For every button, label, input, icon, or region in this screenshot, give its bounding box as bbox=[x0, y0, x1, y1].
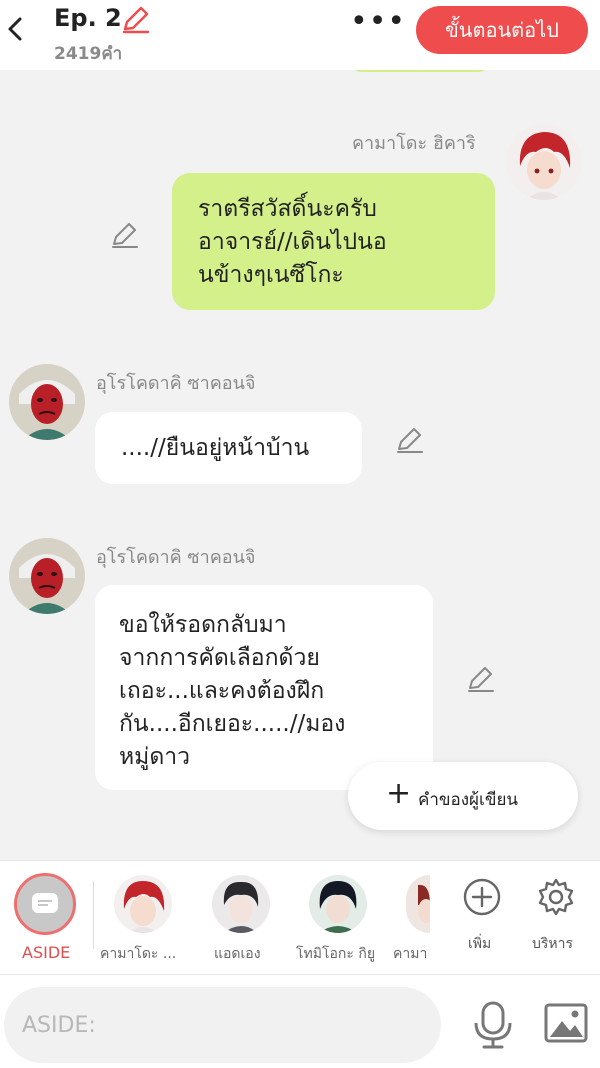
word-count: 2419คำ bbox=[54, 44, 123, 64]
top-bar: Ep. 2 2419คำ ••• ขั้นตอนต่อไป bbox=[0, 0, 600, 70]
aside-character-button[interactable] bbox=[14, 873, 76, 935]
aside-label: ASIDE bbox=[22, 943, 71, 962]
previous-message-bubble[interactable] bbox=[350, 70, 490, 72]
character-name: คามา bbox=[393, 946, 428, 962]
back-arrow-icon[interactable] bbox=[2, 14, 30, 44]
message-text-line: นข้างๆเนซึโกะ bbox=[198, 262, 344, 288]
message-bubble[interactable]: ....//ยืนอยู่หน้าบ้าน bbox=[95, 412, 362, 484]
microphone-icon[interactable] bbox=[472, 1001, 514, 1049]
message-text-line: ขอให้รอดกลับมา bbox=[119, 612, 287, 638]
message-text-line: อาจารย์//เดินไปนอ bbox=[198, 229, 387, 255]
message-text-line: ....//ยืนอยู่หน้าบ้าน bbox=[121, 435, 310, 461]
message-text-line: จากการคัดเลือกด้วย bbox=[119, 645, 320, 671]
chat-area: คามาโดะ ฮิคาริ ราตรีสวัสดิ์นะครับ อาจารย… bbox=[0, 70, 600, 860]
avatar-urokodaki-sakonji[interactable] bbox=[9, 538, 85, 614]
avatar-kamado-hikari[interactable] bbox=[506, 124, 582, 200]
settings-gear-icon[interactable] bbox=[536, 877, 576, 917]
add-character-icon[interactable] bbox=[462, 877, 502, 917]
message-text-line: เถอะ...และคงต้องฝึก bbox=[119, 678, 325, 704]
author-note-button[interactable]: + คำของผู้เขียน bbox=[348, 762, 578, 830]
edit-title-pencil-icon[interactable] bbox=[120, 6, 150, 34]
edit-message-pencil-icon[interactable] bbox=[466, 664, 496, 694]
message-bubble[interactable]: ราตรีสวัสดิ์นะครับ อาจารย์//เดินไปนอ นข้… bbox=[172, 173, 495, 310]
manage-label: บริหาร bbox=[532, 936, 574, 952]
edit-message-pencil-icon[interactable] bbox=[110, 220, 140, 250]
next-step-button[interactable]: ขั้นตอนต่อไป bbox=[416, 6, 588, 54]
message-text-line: กัน....อีกเยอะ.....//มอง bbox=[119, 711, 346, 737]
author-note-label: คำของผู้เขียน bbox=[418, 790, 519, 810]
message-sender-name: อุโรโคดาคิ ซาคอนจิ bbox=[96, 373, 256, 394]
add-character-label: เพิ่ม bbox=[468, 936, 492, 952]
character-name: คามาโดะ ... bbox=[100, 946, 177, 962]
character-avatar-admin[interactable] bbox=[212, 875, 270, 933]
message-sender-name: อุโรโคดาคิ ซาคอนจิ bbox=[96, 547, 256, 568]
message-bubble[interactable]: ขอให้รอดกลับมา จากการคัดเลือกด้วย เถอะ..… bbox=[95, 585, 433, 790]
message-input[interactable] bbox=[4, 987, 441, 1063]
character-avatar-kamado[interactable] bbox=[114, 875, 172, 933]
character-avatar-tomioka[interactable] bbox=[309, 875, 367, 933]
more-menu-button[interactable]: ••• bbox=[350, 7, 405, 41]
message-input-bar bbox=[0, 974, 600, 1068]
episode-title: Ep. 2 bbox=[54, 4, 122, 32]
character-avatar-kama[interactable] bbox=[406, 875, 430, 933]
plus-icon: + bbox=[386, 776, 412, 811]
aside-note-icon bbox=[32, 893, 58, 913]
image-upload-icon[interactable] bbox=[544, 1003, 588, 1043]
character-name: แอดเอง bbox=[214, 946, 261, 962]
edit-message-pencil-icon[interactable] bbox=[395, 425, 425, 455]
message-sender-name: คามาโดะ ฮิคาริ bbox=[352, 133, 476, 154]
divider bbox=[93, 881, 94, 949]
message-text-line: ราตรีสวัสดิ์นะครับ bbox=[198, 196, 377, 222]
character-selector-bar: ASIDE คามาโดะ ... แอดเอง โทมิโอกะ กิยู ค… bbox=[0, 860, 600, 974]
avatar-urokodaki-sakonji[interactable] bbox=[9, 364, 85, 440]
character-name: โทมิโอกะ กิยู bbox=[296, 946, 376, 962]
